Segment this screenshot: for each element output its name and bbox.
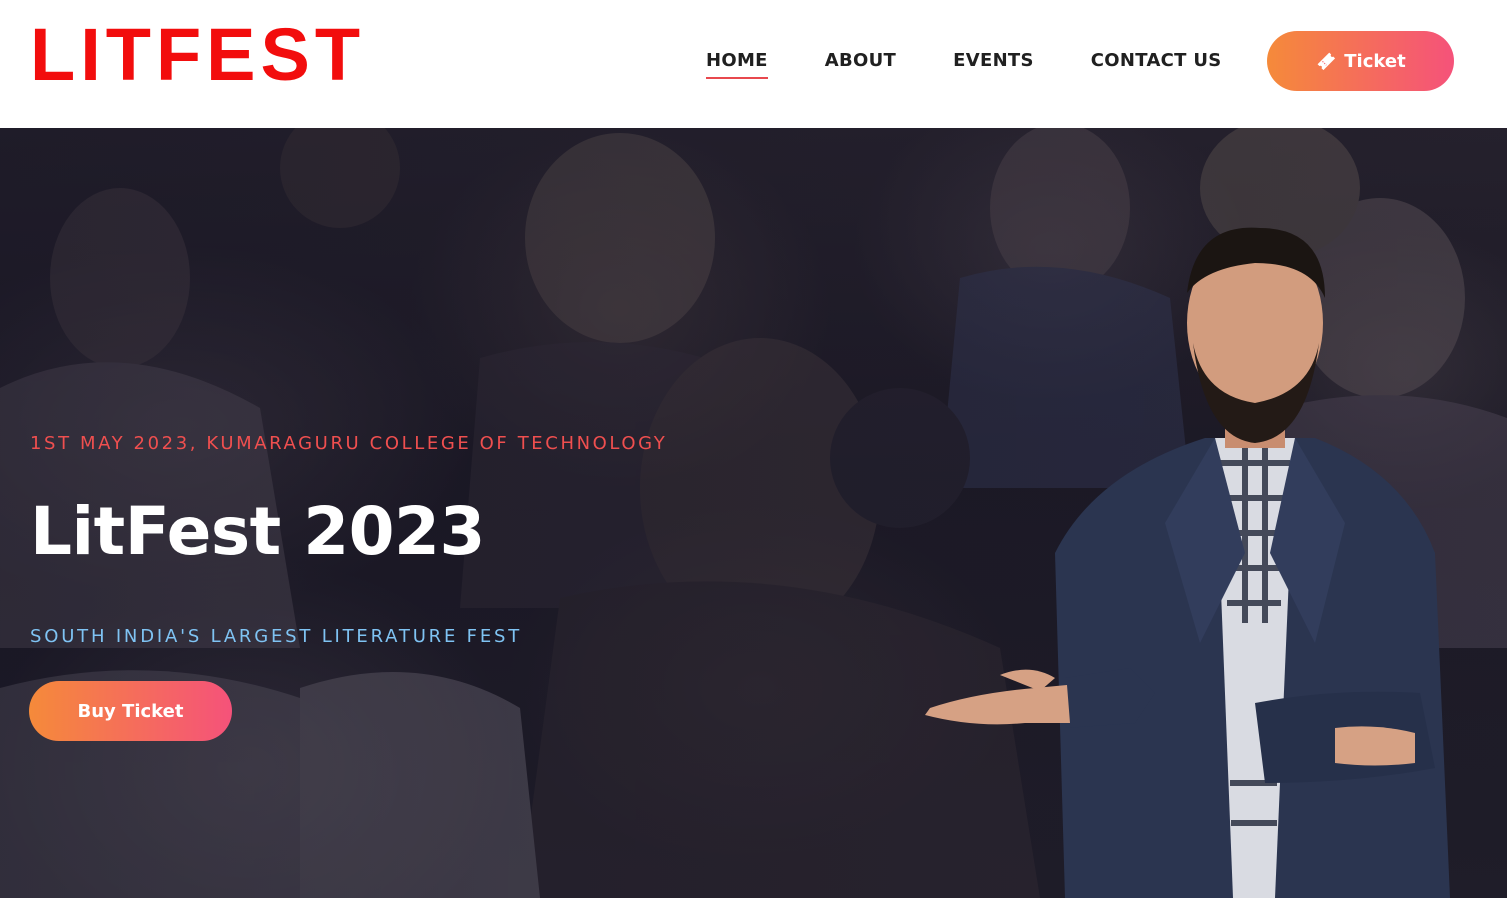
event-date-venue: 1ST MAY 2023, KUMARAGURU COLLEGE OF TECH… [30, 433, 668, 454]
nav-home[interactable]: HOME [706, 50, 768, 79]
nav-contact-us[interactable]: CONTACT US [1091, 50, 1222, 79]
hero-title: LitFest 2023 [30, 493, 485, 570]
main-nav: HOME ABOUT EVENTS CONTACT US [706, 50, 1222, 79]
site-header: LITFEST HOME ABOUT EVENTS CONTACT US Tic… [0, 0, 1507, 128]
ticket-icon [1317, 52, 1336, 71]
header-ticket-label: Ticket [1344, 50, 1406, 72]
nav-events[interactable]: EVENTS [953, 50, 1034, 79]
site-logo[interactable]: LITFEST [30, 18, 365, 92]
nav-about[interactable]: ABOUT [825, 50, 896, 79]
hero-section: 1ST MAY 2023, KUMARAGURU COLLEGE OF TECH… [0, 128, 1507, 898]
hero-subtitle: SOUTH INDIA'S LARGEST LITERATURE FEST [30, 626, 523, 647]
header-ticket-button[interactable]: Ticket [1267, 31, 1454, 91]
buy-ticket-button[interactable]: Buy Ticket [29, 681, 232, 741]
speaker-image [925, 227, 1450, 898]
